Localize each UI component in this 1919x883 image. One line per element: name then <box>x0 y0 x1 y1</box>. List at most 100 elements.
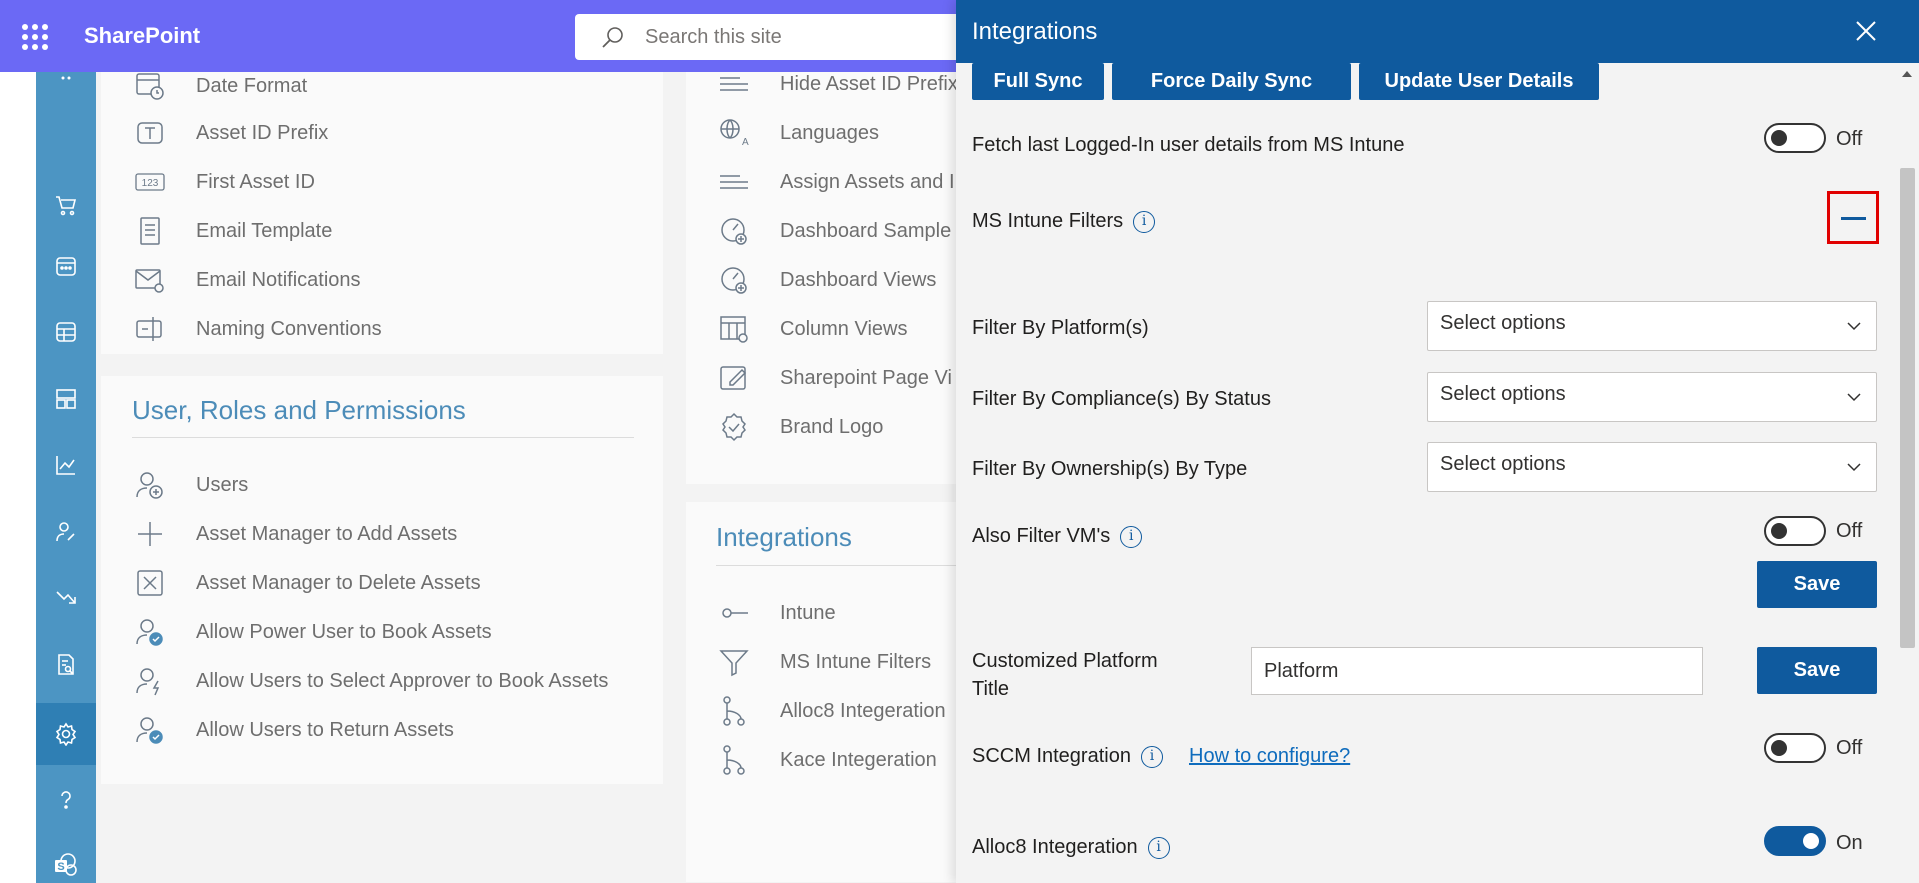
list-item-alloc8-integration[interactable]: Alloc8 Integeration <box>718 695 946 727</box>
list-item-asset-id-prefix[interactable]: Asset ID Prefix <box>134 117 328 149</box>
update-user-details-button[interactable]: Update User Details <box>1359 63 1599 100</box>
trend-down-icon[interactable] <box>36 567 96 629</box>
list-item-return-assets[interactable]: Allow Users to Return Assets <box>134 714 454 746</box>
language-icon: A <box>720 119 749 148</box>
scroll-up-icon[interactable] <box>1902 71 1912 77</box>
svg-text:S: S <box>57 861 64 873</box>
customized-platform-input[interactable]: Platform <box>1251 647 1703 695</box>
general-card <box>101 72 663 354</box>
how-to-configure-link[interactable]: How to configure? <box>1189 745 1350 768</box>
toggle-state: Off <box>1836 737 1863 759</box>
list-item-asset-manager-delete[interactable]: Asset Manager to Delete Assets <box>134 567 481 599</box>
mail-gear-icon <box>135 269 164 293</box>
user-wrench-icon[interactable] <box>36 501 96 563</box>
list-item-asset-manager-add[interactable]: Asset Manager to Add Assets <box>134 518 457 550</box>
info-icon[interactable]: i <box>1120 525 1143 548</box>
close-icon[interactable] <box>1853 18 1879 44</box>
badge-check-icon <box>722 412 746 442</box>
list-item-sharepoint-page[interactable]: Sharepoint Page Vi <box>718 362 952 394</box>
rename-icon <box>136 317 162 341</box>
list-item-email-template[interactable]: Email Template <box>134 215 332 247</box>
alloc8-toggle[interactable] <box>1764 826 1826 856</box>
section-title-integrations: Integrations <box>716 522 852 552</box>
info-icon[interactable]: i <box>1140 745 1163 768</box>
section-title-users: User, Roles and Permissions <box>132 395 466 425</box>
list-item-kace-integration[interactable]: Kace Integeration <box>718 744 937 776</box>
platform-filter-select[interactable]: Select options <box>1427 301 1877 351</box>
ms-intune-filters-label: MS Intune Filters i <box>972 210 1156 233</box>
list-item-first-asset-id[interactable]: 123 First Asset ID <box>134 166 315 198</box>
user-check-icon <box>136 717 163 744</box>
list-item-naming-conventions[interactable]: Naming Conventions <box>134 313 382 345</box>
list-item-date-format[interactable]: Date Format <box>134 70 307 102</box>
list-item-intune[interactable]: Intune <box>718 597 836 629</box>
columns-gear-icon <box>720 316 748 343</box>
filter-label: Filter By Compliance(s) By Status <box>972 388 1271 410</box>
report-search-icon[interactable] <box>36 634 96 696</box>
user-add-icon <box>136 472 163 499</box>
list-item-hide-asset-id-prefix[interactable]: Hide Asset ID Prefix <box>718 68 958 100</box>
divider <box>132 437 634 438</box>
toggle-state: On <box>1836 832 1863 854</box>
lines-icon <box>720 77 748 91</box>
cart-icon[interactable] <box>36 174 96 236</box>
info-icon[interactable]: i <box>1147 836 1170 859</box>
rail-top-icon[interactable] <box>36 66 96 90</box>
sccm-toggle[interactable] <box>1764 733 1826 763</box>
chart-icon[interactable] <box>36 434 96 496</box>
list-item-brand-logo[interactable]: Brand Logo <box>718 411 883 443</box>
also-filter-vms-toggle[interactable] <box>1764 516 1826 546</box>
panel-title: Integrations <box>972 18 1098 45</box>
sharepoint-icon[interactable]: S <box>36 834 96 883</box>
integrations-card <box>686 502 956 882</box>
branch-icon <box>723 696 745 726</box>
info-icon[interactable]: i <box>1133 210 1156 233</box>
list-item-column-views[interactable]: Column Views <box>718 313 907 345</box>
ownership-filter-select[interactable]: Select options <box>1427 442 1877 492</box>
compliance-filter-select[interactable]: Select options <box>1427 372 1877 422</box>
list-item-languages[interactable]: A Languages <box>718 117 879 149</box>
save-platform-title-button[interactable]: Save <box>1757 647 1877 694</box>
dashboard-icon[interactable] <box>36 368 96 430</box>
app-name[interactable]: SharePoint <box>84 23 200 49</box>
save-filters-button[interactable]: Save <box>1757 561 1877 608</box>
chevron-down-icon <box>1847 463 1861 472</box>
list-item-ms-intune-filters[interactable]: MS Intune Filters <box>718 646 931 678</box>
list-item-email-notifications[interactable]: Email Notifications <box>134 264 361 296</box>
list-item-dashboard-sample[interactable]: Dashboard Sample <box>718 215 951 247</box>
table-icon[interactable] <box>36 301 96 363</box>
lines-icon <box>720 175 748 189</box>
calendar-icon[interactable] <box>36 235 96 297</box>
search-box[interactable] <box>575 14 995 60</box>
number-icon: 123 <box>135 173 165 191</box>
scrollbar-thumb[interactable] <box>1900 168 1915 648</box>
list-item-power-user-book[interactable]: Allow Power User to Book Assets <box>134 616 492 648</box>
list-item-assign-assets[interactable]: Assign Assets and I <box>718 166 955 198</box>
gauge-icon <box>721 267 747 294</box>
help-icon[interactable] <box>36 769 96 831</box>
app-launcher-icon[interactable] <box>22 24 48 50</box>
chevron-down-icon <box>1847 393 1861 402</box>
text-box-icon <box>137 122 163 144</box>
full-sync-button[interactable]: Full Sync <box>972 63 1104 100</box>
sccm-integration-label: SCCM Integration i <box>972 745 1163 768</box>
list-item-select-approver[interactable]: Allow Users to Select Approver to Book A… <box>134 665 608 697</box>
branch-icon <box>723 745 745 775</box>
list-item-users[interactable]: Users <box>134 469 248 501</box>
list-item-dashboard-views[interactable]: Dashboard Views <box>718 264 936 296</box>
settings-icon[interactable] <box>36 703 96 765</box>
document-icon <box>140 217 160 245</box>
customized-platform-label: Customized Platform Title <box>972 650 1158 700</box>
calendar-clock-icon <box>136 73 164 100</box>
search-icon <box>602 27 623 48</box>
plus-icon <box>138 522 162 546</box>
fetch-logged-in-toggle[interactable] <box>1764 123 1826 153</box>
collapse-button[interactable] <box>1827 191 1879 244</box>
svg-text:123: 123 <box>142 178 159 189</box>
search-input[interactable] <box>645 22 975 52</box>
also-filter-vms-label: Also Filter VM's i <box>972 525 1143 548</box>
force-daily-sync-button[interactable]: Force Daily Sync <box>1112 63 1351 100</box>
panel-scrollbar[interactable] <box>1896 63 1919 883</box>
divider <box>716 565 956 566</box>
filter-label: Filter By Platform(s) <box>972 317 1149 339</box>
